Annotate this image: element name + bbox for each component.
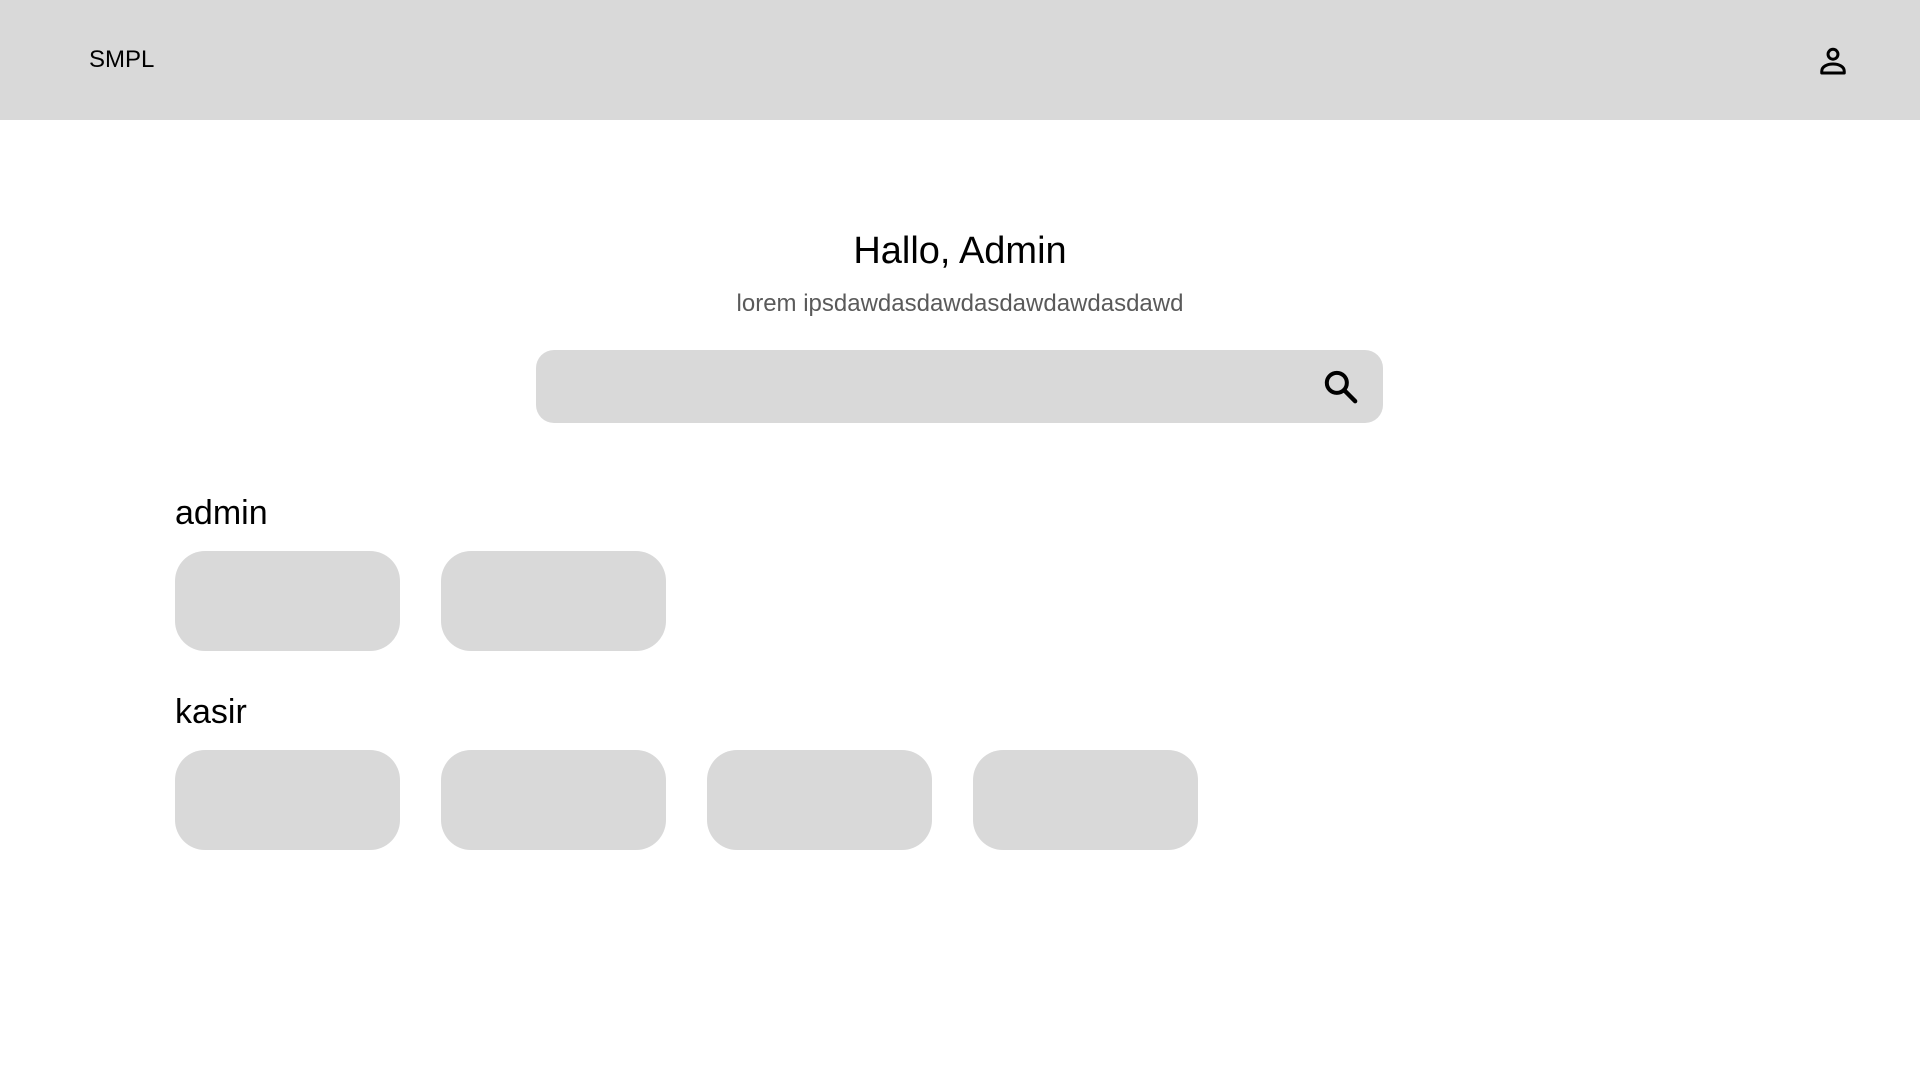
kasir-card-4[interactable] [973, 750, 1198, 850]
admin-card-2[interactable] [441, 551, 666, 651]
top-navbar: SMPL [0, 0, 1920, 120]
search-bar [536, 350, 1383, 423]
person-icon [1820, 47, 1846, 75]
admin-card-1[interactable] [175, 551, 400, 651]
search-button[interactable] [1321, 367, 1361, 407]
section-title-kasir: kasir [175, 693, 247, 731]
kasir-card-2[interactable] [441, 750, 666, 850]
kasir-card-1[interactable] [175, 750, 400, 850]
search-icon [1324, 370, 1358, 404]
greeting-subtitle: lorem ipsdawdasdawdasdawdawdasdawd [736, 290, 1184, 317]
search-input[interactable] [560, 350, 1300, 423]
greeting-heading: Hallo, Admin [853, 230, 1067, 272]
profile-button[interactable] [1815, 43, 1851, 79]
section-title-admin: admin [175, 494, 268, 532]
brand-logo-text[interactable]: SMPL [89, 46, 154, 74]
kasir-card-3[interactable] [707, 750, 932, 850]
